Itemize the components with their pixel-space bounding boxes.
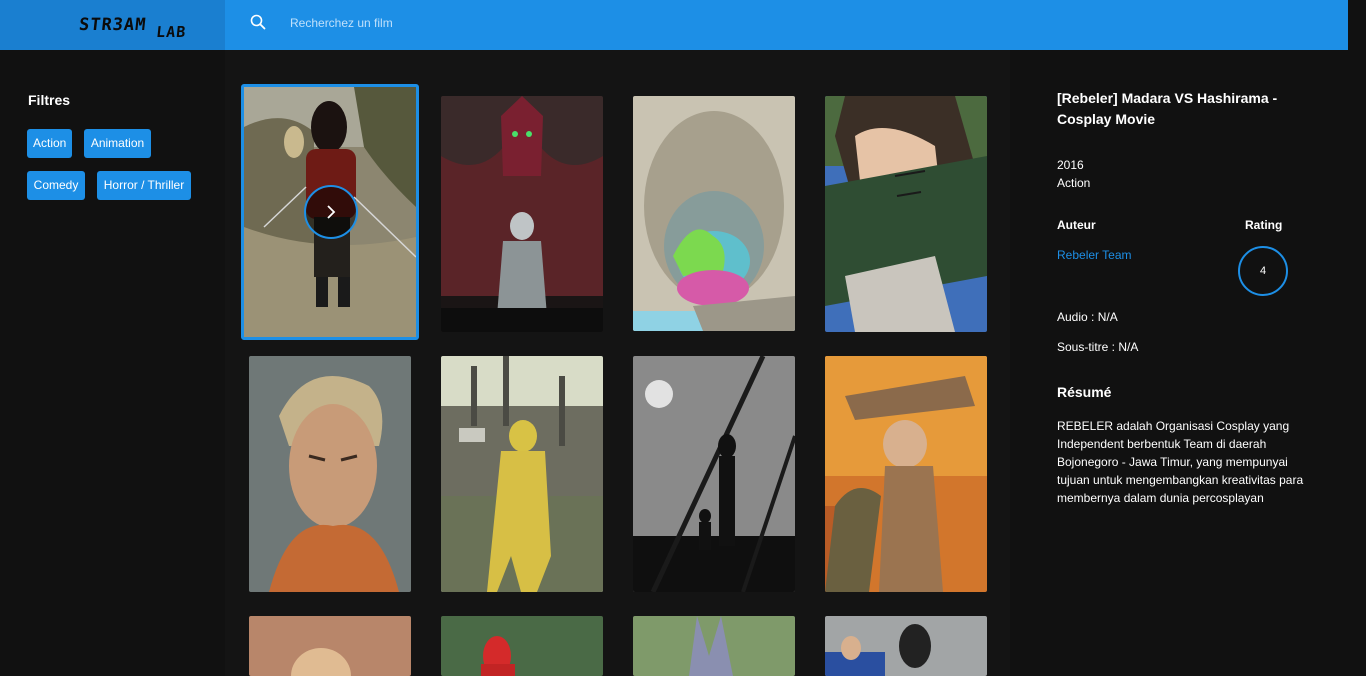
author-link[interactable]: Rebeler Team <box>1057 248 1131 262</box>
movie-genre: Action <box>1057 176 1091 190</box>
logo-text: STR3AM LAB <box>77 15 188 41</box>
filter-horror-thriller-button[interactable]: Horror / Thriller <box>97 171 191 200</box>
logo[interactable]: STR3AM LAB <box>0 0 225 50</box>
movie-poster <box>441 96 603 332</box>
movie-card[interactable] <box>825 356 987 592</box>
subtitle-info: Sous-titre : N/A <box>1057 340 1139 354</box>
rating-value: 4 <box>1259 265 1267 277</box>
rating-label: Rating <box>1245 218 1283 232</box>
movie-card[interactable] <box>441 96 603 332</box>
movie-poster <box>249 356 411 592</box>
top-bar: STR3AM LAB <box>0 0 1366 50</box>
play-icon <box>327 205 336 219</box>
movie-poster <box>633 96 795 331</box>
play-button[interactable] <box>304 185 358 239</box>
movie-card[interactable] <box>441 356 603 592</box>
movie-year: 2016 <box>1057 158 1084 172</box>
movie-card[interactable] <box>249 616 411 676</box>
audio-info: Audio : N/A <box>1057 310 1118 324</box>
movie-poster <box>825 356 987 592</box>
movie-card[interactable] <box>633 356 795 592</box>
filter-action-button[interactable]: Action <box>27 129 72 158</box>
movie-card[interactable] <box>825 616 987 676</box>
movie-card[interactable] <box>441 616 603 676</box>
movie-poster <box>633 356 795 592</box>
filter-animation-button[interactable]: Animation <box>84 129 151 158</box>
movie-card[interactable] <box>633 616 795 676</box>
movie-card[interactable] <box>825 96 987 332</box>
movie-grid <box>225 50 1010 676</box>
filters-sidebar: Filtres Action Animation Comedy Horror /… <box>0 50 225 676</box>
filter-comedy-button[interactable]: Comedy <box>27 171 85 200</box>
filters-title: Filtres <box>28 92 71 108</box>
author-label: Auteur <box>1057 218 1096 232</box>
movie-card[interactable] <box>633 96 795 331</box>
scrollbar-track[interactable] <box>1348 0 1366 676</box>
movie-poster <box>633 616 795 676</box>
movie-poster <box>441 616 603 676</box>
movie-card-selected[interactable] <box>241 84 419 340</box>
movie-poster <box>825 616 987 676</box>
rating-badge: 4 <box>1238 246 1288 296</box>
search-icon[interactable] <box>249 13 267 31</box>
summary-title: Résumé <box>1057 384 1112 400</box>
search-input[interactable] <box>290 12 690 34</box>
movie-poster <box>249 616 411 676</box>
movie-title: [Rebeler] Madara VS Hashirama - Cosplay … <box>1057 90 1278 127</box>
movie-poster <box>441 356 603 592</box>
movie-card[interactable] <box>249 356 411 592</box>
movie-summary: REBELER adalah Organisasi Cosplay yang I… <box>1057 419 1304 505</box>
movie-detail-panel: [Rebeler] Madara VS Hashirama - Cosplay … <box>1010 50 1348 676</box>
movie-poster <box>825 96 987 332</box>
